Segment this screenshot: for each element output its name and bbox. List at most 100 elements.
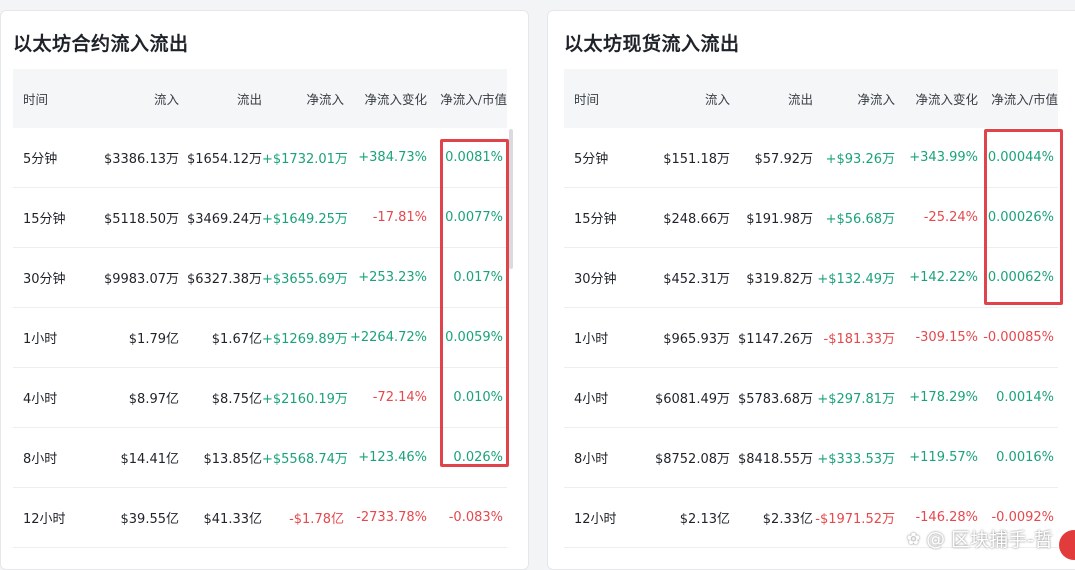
time-cell: 1小时 [23, 332, 58, 347]
table-row: 8小时 $8752.08万 $8418.55万 +$333.53万 +119.57% 0.… [564, 428, 1058, 488]
table-header: 时间 流入 流出 净流入 净流入变化 净流入/市值 [564, 69, 1058, 128]
net-inflow-cell: +$1732.01万 [262, 152, 348, 167]
ratio-cell: 0.00044% [987, 150, 1054, 165]
ratio-cell: 0.0077% [445, 210, 503, 225]
change-cell: -25.24% [923, 210, 978, 225]
column-header: 净流入 [857, 92, 895, 107]
table-row: 15分钟 $5118.50万 $3469.24万 +$1649.25万 -17.81% 0… [13, 188, 507, 248]
change-cell: +119.57% [909, 450, 978, 465]
outflow-cell: $319.82万 [746, 272, 813, 287]
net-inflow-cell: -$1971.52万 [815, 512, 895, 527]
outflow-cell: $57.92万 [754, 152, 814, 167]
spot-flow-panel: 以太坊现货流入流出 时间 流入 流出 净流入 净流入变化 净流入/市值 5分钟 $151.1… [547, 10, 1075, 570]
ratio-cell: 0.017% [453, 270, 503, 285]
net-inflow-cell: +$5568.74万 [262, 452, 348, 467]
inflow-cell: $8752.08万 [654, 452, 730, 467]
panel-title: 以太坊合约流入流出 [13, 33, 189, 55]
column-header: 流出 [787, 92, 813, 107]
outflow-cell: $8418.55万 [737, 452, 813, 467]
net-inflow-cell: +$297.81万 [817, 392, 895, 407]
net-inflow-cell: +$1269.89万 [262, 332, 348, 347]
time-cell: 15分钟 [23, 212, 66, 227]
time-cell: 12小时 [23, 512, 66, 527]
contract-flow-panel: 以太坊合约流入流出 时间 流入 流出 净流入 净流入变化 净流入/市值 5分钟 $3386.… [0, 10, 529, 570]
table-row: 12小时 $39.55亿 $41.33亿 -$1.78亿 -2733.78% -0.083… [13, 488, 507, 548]
net-inflow-cell: +$93.26万 [825, 152, 895, 167]
column-header: 净流入/市值 [440, 92, 507, 107]
column-header: 流入 [153, 92, 179, 107]
panel-title: 以太坊现货流入流出 [564, 33, 740, 55]
table-row: 1小时 $1.79亿 $1.67亿 +$1269.89万 +2264.72% 0.0059… [13, 308, 507, 368]
inflow-cell: $39.55亿 [120, 512, 180, 527]
outflow-cell: $191.98万 [746, 212, 813, 227]
table-row: 5分钟 $151.18万 $57.92万 +$93.26万 +343.99% 0.0004… [564, 128, 1058, 188]
inflow-cell: $5118.50万 [103, 212, 179, 227]
net-inflow-cell: -$181.33万 [823, 332, 895, 347]
net-inflow-cell: +$1649.25万 [262, 212, 348, 227]
column-header: 时间 [23, 92, 49, 107]
change-cell: +178.29% [909, 390, 978, 405]
time-cell: 5分钟 [574, 152, 609, 167]
time-cell: 15分钟 [574, 212, 617, 227]
ratio-cell: 0.00026% [987, 210, 1054, 225]
at-icon: @ [926, 527, 946, 550]
inflow-cell: $1.79亿 [128, 332, 179, 347]
inflow-cell: $248.66万 [663, 212, 730, 227]
net-inflow-cell: +$333.53万 [817, 452, 895, 467]
change-cell: +343.99% [909, 150, 978, 165]
inflow-cell: $2.13亿 [679, 512, 730, 527]
inflow-cell: $965.93万 [663, 332, 730, 347]
column-header: 时间 [574, 92, 600, 107]
column-header: 流入 [704, 92, 730, 107]
time-cell: 12小时 [574, 512, 617, 527]
net-inflow-cell: -$1.78亿 [289, 512, 344, 527]
time-cell: 30分钟 [574, 272, 617, 287]
time-cell: 30分钟 [23, 272, 66, 287]
table-row: 30分钟 $452.31万 $319.82万 +$132.49万 +142.22% 0.0… [564, 248, 1058, 308]
watermark: ✿ @ 区块捕手-哲 [907, 525, 1053, 552]
flow-table: 时间 流入 流出 净流入 净流入变化 净流入/市值 5分钟 $3386.13万 $1654.1… [13, 69, 507, 548]
time-cell: 5分钟 [23, 152, 58, 167]
change-cell: +384.73% [358, 150, 427, 165]
ratio-cell: 0.010% [453, 390, 503, 405]
outflow-cell: $3469.24万 [186, 212, 262, 227]
inflow-cell: $3386.13万 [103, 152, 179, 167]
inflow-cell: $6081.49万 [654, 392, 730, 407]
ratio-cell: 0.0016% [996, 450, 1054, 465]
net-inflow-cell: +$2160.19万 [262, 392, 348, 407]
net-inflow-cell: +$56.68万 [825, 212, 895, 227]
inflow-cell: $452.31万 [663, 272, 730, 287]
column-header: 流出 [236, 92, 262, 107]
inflow-cell: $9983.07万 [103, 272, 179, 287]
change-cell: -309.15% [915, 330, 978, 345]
scrollbar[interactable] [509, 129, 513, 269]
ratio-cell: 0.0059% [445, 330, 503, 345]
outflow-cell: $8.75亿 [211, 392, 262, 407]
ratio-cell: 0.0081% [445, 150, 503, 165]
table-body: 5分钟 $3386.13万 $1654.12万 +$1732.01万 +384.73% 0… [13, 128, 507, 548]
change-cell: -146.28% [915, 510, 978, 525]
outflow-cell: $41.33亿 [203, 512, 263, 527]
outflow-cell: $13.85亿 [203, 452, 263, 467]
table-row: 4小时 $6081.49万 $5783.68万 +$297.81万 +178.29% 0.… [564, 368, 1058, 428]
table-body: 5分钟 $151.18万 $57.92万 +$93.26万 +343.99% 0.0004… [564, 128, 1058, 548]
watermark-text: 区块捕手-哲 [951, 529, 1053, 551]
change-cell: -2733.78% [356, 510, 427, 525]
change-cell: +123.46% [358, 450, 427, 465]
inflow-cell: $14.41亿 [120, 452, 180, 467]
outflow-cell: $1654.12万 [186, 152, 262, 167]
change-cell: -72.14% [372, 390, 427, 405]
outflow-cell: $1147.26万 [737, 332, 813, 347]
outflow-cell: $6327.38万 [186, 272, 262, 287]
time-cell: 8小时 [574, 452, 609, 467]
outflow-cell: $2.33亿 [762, 512, 813, 527]
table-row: 5分钟 $3386.13万 $1654.12万 +$1732.01万 +384.73% 0… [13, 128, 507, 188]
table-row: 8小时 $14.41亿 $13.85亿 +$5568.74万 +123.46% 0.026… [13, 428, 507, 488]
table-header: 时间 流入 流出 净流入 净流入变化 净流入/市值 [13, 69, 507, 128]
ratio-cell: -0.0092% [991, 510, 1054, 525]
net-inflow-cell: +$132.49万 [817, 272, 895, 287]
ratio-cell: -0.00085% [983, 330, 1054, 345]
change-cell: +253.23% [358, 270, 427, 285]
change-cell: +2264.72% [349, 330, 427, 345]
ratio-cell: -0.083% [448, 510, 503, 525]
